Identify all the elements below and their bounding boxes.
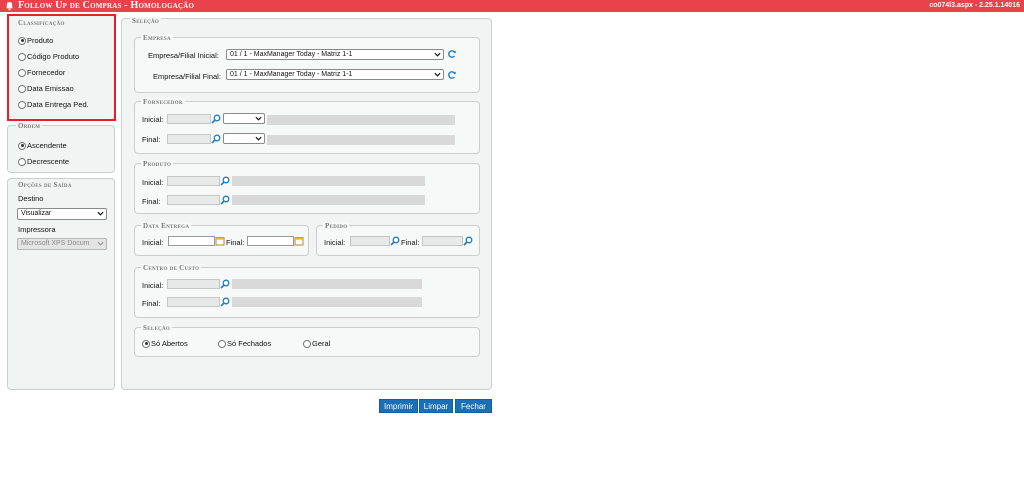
data-entrega-final-label: Final: [226,238,245,247]
radio-so-abertos[interactable]: Só Abertos [142,339,188,348]
radio-dot[interactable] [18,141,26,150]
impressora-label: Impressora [18,225,56,234]
refresh-icon[interactable] [447,70,457,80]
refresh-icon[interactable] [447,49,457,59]
search-icon[interactable] [390,236,400,246]
radio-dot[interactable] [142,339,150,348]
radio-ordem-decrescente[interactable]: Decrescente [18,157,69,166]
empresa-final-select[interactable]: 01 / 1 - MaxManager Today - Matriz 1-1 [226,69,444,80]
produto-final-label: Final: [142,197,161,206]
radio-ordem-ascendente[interactable]: Ascendente [18,141,67,150]
chevron-down-icon [97,241,104,246]
fornecedor-final-select[interactable] [223,133,265,144]
radio-dot[interactable] [218,339,226,348]
search-icon[interactable] [220,195,230,205]
data-entrega-inicial-label: Inicial: [142,238,164,247]
situacao-legend: Seleção [141,324,173,333]
search-icon[interactable] [220,297,230,307]
chevron-down-icon [434,52,441,57]
fornecedor-inicial-select[interactable] [223,113,265,124]
centro-custo-final-label: Final: [142,299,161,308]
ordem-panel: Ordem Ascendente Decrescente [7,122,115,173]
chevron-down-icon [434,72,441,77]
data-entrega-group: Data Entrega Inicial: Final: [134,222,309,256]
pedido-final-input[interactable] [422,236,463,246]
destino-label: Destino [18,194,44,203]
fechar-button[interactable]: Fechar [455,399,492,413]
fornecedor-legend: Fornecedor [141,98,185,107]
produto-inicial-description [232,176,425,186]
calendar-icon[interactable] [215,236,225,246]
search-icon[interactable] [220,279,230,289]
pedido-inicial-label: Inicial: [324,238,346,247]
fornecedor-final-description [267,135,455,145]
saida-panel: Opções de Saída Destino Visualizar Impre… [7,178,115,390]
fornecedor-final-input[interactable] [167,134,211,144]
pedido-legend: Pedido [323,222,350,231]
radio-dot[interactable] [303,339,311,348]
produto-inicial-input[interactable] [167,176,220,186]
empresa-group: Empresa Empresa/Filial Inicial: 01 / 1 -… [134,34,480,93]
saida-legend: Opções de Saída [16,181,74,190]
title-bar: Follow Up de Compras - Homologação co074… [0,0,1024,12]
pedido-final-label: Final: [401,238,420,247]
produto-final-input[interactable] [167,195,220,205]
centro-custo-final-description [232,297,422,307]
page-version: co074l3.aspx - 2.25.1.14016 [929,2,1020,9]
search-icon[interactable] [211,134,221,144]
calendar-icon[interactable] [294,236,304,246]
app-title: Follow Up de Compras - Homologação [18,0,195,11]
fornecedor-inicial-label: Inicial: [142,115,164,124]
bell-icon [5,1,14,11]
produto-final-description [232,195,425,205]
centro-custo-legend: Centro de Custo [141,264,202,273]
pedido-group: Pedido Inicial: Final: [316,222,480,256]
fornecedor-inicial-input[interactable] [167,114,211,124]
centro-custo-inicial-input[interactable] [167,279,220,289]
fornecedor-group: Fornecedor Inicial: Final: [134,98,480,154]
produto-group: Produto Inicial: Final: [134,160,480,214]
imprimir-button[interactable]: Imprimir [379,399,418,413]
data-entrega-final-input[interactable] [247,236,294,246]
empresa-final-label: Empresa/Filial Final: [153,72,221,81]
limpar-button[interactable]: Limpar [419,399,453,413]
empresa-legend: Empresa [141,34,173,43]
radio-dot[interactable] [18,157,26,166]
radio-geral[interactable]: Geral [303,339,330,348]
pedido-inicial-input[interactable] [350,236,390,246]
fornecedor-inicial-description [267,115,455,125]
centro-custo-final-input[interactable] [167,297,220,307]
ordem-legend: Ordem [16,122,43,131]
centro-custo-group: Centro de Custo Inicial: Final: [134,264,480,318]
data-entrega-legend: Data Entrega [141,222,192,231]
chevron-down-icon [97,211,104,216]
destino-select[interactable]: Visualizar [17,208,107,220]
radio-so-fechados[interactable]: Só Fechados [218,339,271,348]
chevron-down-icon [255,116,262,121]
fornecedor-final-label: Final: [142,135,161,144]
impressora-select[interactable]: Microsoft XPS Docum [17,238,107,250]
chevron-down-icon [255,136,262,141]
search-icon[interactable] [463,236,473,246]
produto-legend: Produto [141,160,174,169]
data-entrega-inicial-input[interactable] [168,236,215,246]
empresa-inicial-select[interactable]: 01 / 1 - MaxManager Today - Matriz 1-1 [226,49,444,60]
selecao-legend: Seleção [130,17,162,26]
search-icon[interactable] [220,176,230,186]
produto-inicial-label: Inicial: [142,178,164,187]
highlight-box [7,14,116,121]
centro-custo-inicial-label: Inicial: [142,281,164,290]
empresa-inicial-label: Empresa/Filial Inicial: [148,51,219,60]
centro-custo-inicial-description [232,279,422,289]
situacao-group: Seleção Só Abertos Só Fechados Geral [134,324,480,357]
search-icon[interactable] [211,114,221,124]
